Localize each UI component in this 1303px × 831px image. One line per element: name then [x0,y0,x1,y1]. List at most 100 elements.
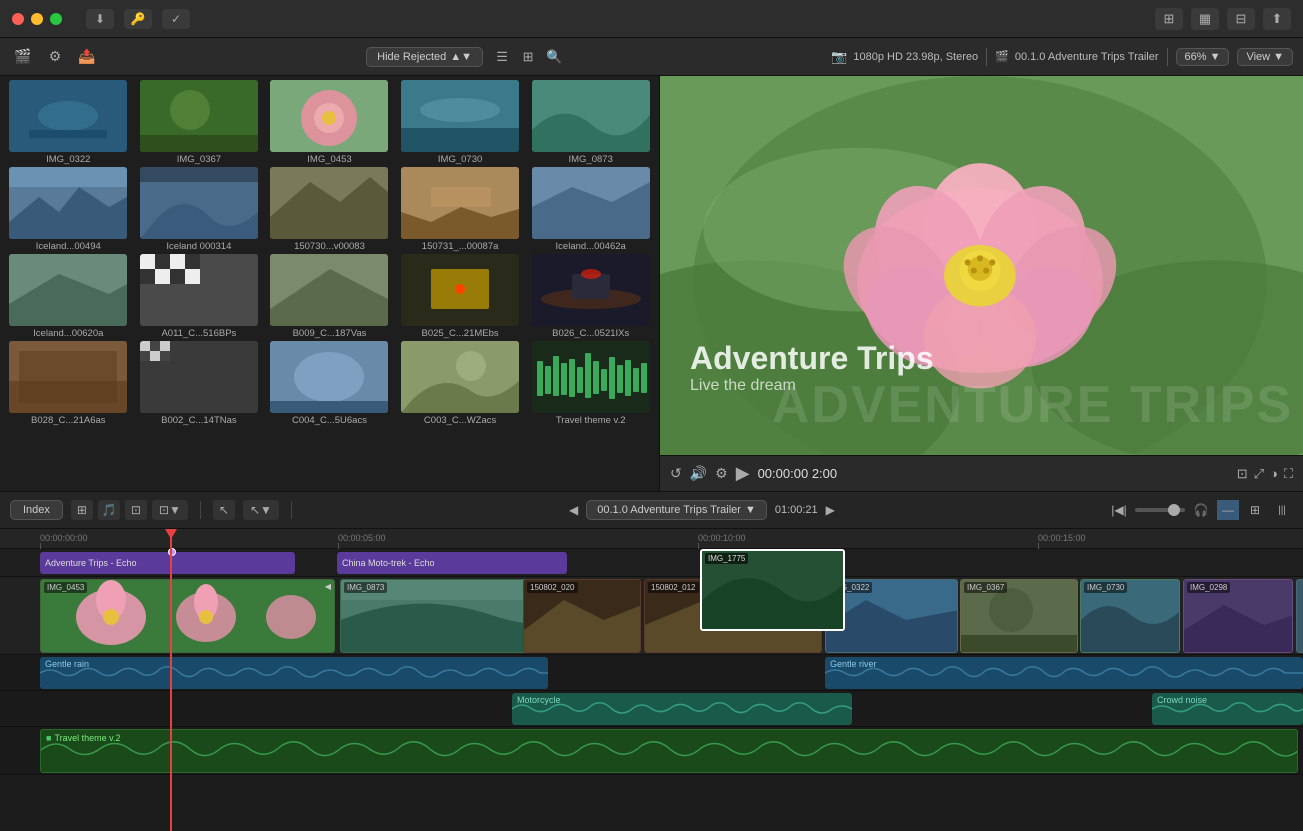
clip-item[interactable]: Iceland 000314 [135,167,264,252]
clip-item[interactable]: IMG_0322 [4,80,133,165]
clip-label: Iceland...00494 [9,241,127,252]
clip-item[interactable]: 150731_...00087a [396,167,525,252]
audio-button[interactable]: 🔊 [690,465,707,482]
video-clip-img0453[interactable]: IMG_0453 ◀ [40,579,335,653]
timecode-display: 01:00:21 [775,504,818,516]
next-nav[interactable]: ▶ [826,503,835,517]
clip-label: Iceland...00620a [9,328,127,339]
view-button[interactable]: View ▼ [1237,48,1293,66]
project-name: 🎬 00.1.0 Adventure Trips Trailer [995,50,1158,63]
clip-item[interactable]: B026_C...0521IXs [526,254,655,339]
clip-label: C004_C...5U6acs [270,415,388,426]
clip-item[interactable]: IMG_0367 [135,80,264,165]
color-icon[interactable]: ◑ [1270,466,1278,482]
clip-item[interactable]: C003_C...WZacs [396,341,525,426]
grid-view-icon[interactable]: ⊞ [1155,8,1183,30]
browser-panel: IMG_0322 IMG_0367 IMG_0453 [0,76,660,491]
clip-item[interactable]: B009_C...187Vas [265,254,394,339]
zoom-slider[interactable] [1135,508,1185,512]
close-button[interactable] [12,13,24,25]
clip-item[interactable]: IMG_0873 [526,80,655,165]
clip-item[interactable]: B028_C...21A6as [4,341,133,426]
captions-icon[interactable]: ⊡▼ [152,500,188,520]
film-strip-icon[interactable]: ▦ [1191,8,1219,30]
transform-icon[interactable]: ⤢ [1254,466,1264,482]
title-clip-2[interactable]: China Moto-trek - Echo [337,552,567,574]
clip-grid: IMG_0322 IMG_0367 IMG_0453 [0,76,659,430]
clip-item[interactable]: B025_C...21MEbs [396,254,525,339]
key-icon[interactable]: 🔑 [124,9,152,29]
settings-button[interactable]: ⚙ [715,465,728,482]
clips-icon[interactable]: ⊞ [71,500,93,520]
search-icon[interactable]: 🔍 [543,46,565,68]
audio-clip-crowd[interactable]: Crowd noise [1152,693,1303,725]
prev-nav[interactable]: ◀ [569,503,578,517]
video-clip-img0298[interactable]: IMG_0298 [1183,579,1293,653]
download-icon[interactable]: ⬇ [86,9,114,29]
media-import-icon[interactable]: 📤 [74,46,100,68]
maximize-button[interactable] [50,13,62,25]
preview-bg-text: ADVENTURE TRIPS [772,375,1293,435]
title-bar-right: ⊞ ▦ ⊟ ⬆ [1155,8,1291,30]
clip-item[interactable]: Iceland...00620a [4,254,133,339]
play-button[interactable]: ▶ [736,463,750,484]
music-clip[interactable]: ■ Travel theme v.2 [40,729,1298,773]
timeline-project-name[interactable]: 00.1.0 Adventure Trips Trailer ▼ [586,500,767,520]
zoom-button[interactable]: 66% ▼ [1176,48,1230,66]
select-tool-icon[interactable]: ↖ [213,500,235,520]
clip-item[interactable]: Iceland...00462a [526,167,655,252]
ruler-mark: 00:00:00:00 [40,533,88,543]
clip-item[interactable]: 150730...v00083 [265,167,394,252]
photos-icon[interactable]: ⚙ [42,46,68,68]
video-clip-img0730[interactable]: IMG_0730 [1080,579,1180,653]
camera-icon: 📷 [831,49,847,65]
library-icon[interactable]: 🎬 [10,46,36,68]
clip-item[interactable]: IMG_0730 [396,80,525,165]
zoom-in-icon[interactable]: |◀| [1108,500,1130,520]
video-track: IMG_0453 ◀ IMG_0873 ▶ 150802_020 [0,577,1303,655]
ruler-mark: 00:00:15:00 [1038,533,1086,543]
list-view-icon[interactable]: ☰ [491,46,513,68]
minimize-button[interactable] [31,13,43,25]
share-icon[interactable]: ⬆ [1263,8,1291,30]
roles-icon[interactable]: ⊡ [125,500,147,520]
zoom-out-icon[interactable]: 🎧 [1190,500,1212,520]
audio-clip-motorcycle[interactable]: Motorcycle [512,693,852,725]
hide-rejected-button[interactable]: Hide Rejected ▲▼ [366,47,483,67]
clip-label: IMG_0873 [532,154,650,165]
clip-name: IMG_0453 [44,582,87,593]
clip-label: B028_C...21A6as [9,415,127,426]
blade-tool-icon[interactable]: ↖▼ [243,500,279,520]
fullscreen-icon[interactable]: ⛶ [1284,466,1293,482]
clip-label: A011_C...516BPs [140,328,258,339]
checkmark-icon[interactable]: ✓ [162,9,190,29]
index-tab[interactable]: Index [10,500,63,520]
skimmer-icon[interactable]: ⊞ [1244,500,1266,520]
snapping-icon[interactable]: ||| [1271,500,1293,520]
loop-button[interactable]: ↺ [670,465,682,482]
title-clip-1[interactable]: Adventure Trips - Echo [40,552,295,574]
clip-label: 150731_...00087a [401,241,519,252]
traffic-lights [12,13,62,25]
timeline[interactable]: 00:00:00:00 00:00:05:00 00:00:10:00 00:0… [0,529,1303,831]
table-view-icon[interactable]: ⊟ [1227,8,1255,30]
clip-item[interactable]: Iceland...00494 [4,167,133,252]
video-clip-150802020[interactable]: 150802_020 [523,579,641,653]
audio-icon[interactable]: 🎵 [98,500,120,520]
clip-item[interactable]: IMG_0453 [265,80,394,165]
clip-item[interactable]: C004_C...5U6acs [265,341,394,426]
crop-icon[interactable]: ⊡ [1237,466,1248,482]
index-right: |◀| 🎧 — ⊞ ||| [1108,500,1293,520]
clip-item[interactable]: Travel theme v.2 [526,341,655,426]
ruler-mark: 00:00:05:00 [338,533,386,543]
grid-icon[interactable]: ⊞ [517,46,539,68]
clip-connection-icon[interactable]: — [1217,500,1239,520]
clip-item[interactable]: B002_C...14TNas [135,341,264,426]
video-clip-img0367[interactable]: IMG_0367 [960,579,1078,653]
video-clip-extra[interactable] [1296,579,1303,653]
audio-clip-gentle-rain[interactable]: Gentle rain [40,657,548,689]
clip-label: Iceland 000314 [140,241,258,252]
audio-clip-gentle-river[interactable]: Gentle river [825,657,1303,689]
clip-item[interactable]: A011_C...516BPs [135,254,264,339]
keyframe-dot [168,548,176,556]
